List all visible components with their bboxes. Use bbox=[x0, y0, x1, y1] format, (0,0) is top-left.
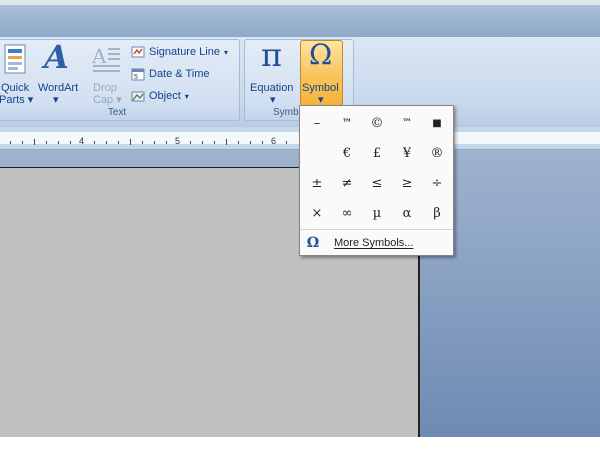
quick-parts-label-2: Parts ▾ bbox=[0, 94, 34, 106]
symbol-black-square[interactable]: ■ bbox=[422, 109, 452, 137]
symbol-euro[interactable]: € bbox=[332, 139, 362, 167]
symbol-infinity[interactable]: ∞ bbox=[332, 199, 362, 227]
symbol-divide[interactable]: ÷ bbox=[422, 169, 452, 197]
ruler-tick bbox=[34, 139, 35, 145]
calendar-icon: 5 bbox=[131, 68, 145, 81]
ruler-number: 6 bbox=[271, 136, 277, 146]
drop-cap-icon: A bbox=[91, 44, 120, 72]
object-icon bbox=[131, 91, 145, 102]
ruler-tick bbox=[202, 141, 203, 144]
symbol-plus-minus[interactable]: ± bbox=[302, 169, 332, 197]
ruler-tick bbox=[166, 141, 167, 144]
drop-cap-label-2: Cap ▾ bbox=[93, 94, 122, 106]
date-time-label: Date & Time bbox=[149, 68, 210, 80]
object-label: Object bbox=[149, 90, 181, 102]
text-group-label: Text bbox=[107, 107, 127, 118]
signature-line-icon bbox=[131, 46, 145, 58]
symbol-registered[interactable]: ® bbox=[422, 139, 452, 167]
ruler-tick bbox=[214, 141, 215, 144]
ribbon-tab-bar bbox=[0, 5, 600, 38]
wordart-dropdown-arrow: ▾ bbox=[53, 94, 59, 106]
symbol-alpha[interactable]: α bbox=[392, 199, 422, 227]
ruler-tick bbox=[10, 141, 11, 144]
ruler-tick bbox=[250, 141, 251, 144]
ruler-tick bbox=[22, 141, 23, 144]
more-symbols-item[interactable]: Ω More Symbols... bbox=[300, 229, 453, 256]
svg-text:5: 5 bbox=[134, 74, 138, 81]
symbol-yen[interactable]: ¥ bbox=[392, 139, 422, 167]
signature-line-label: Signature Line bbox=[149, 46, 220, 58]
symbol-micro[interactable]: µ bbox=[362, 199, 392, 227]
symbol-trademark[interactable]: ™ bbox=[332, 109, 362, 137]
signature-line-button[interactable]: Signature Line ▾ bbox=[131, 43, 228, 61]
ruler-number: 5 bbox=[175, 136, 181, 146]
ruler-tick bbox=[46, 141, 47, 144]
ruler-tick bbox=[106, 141, 107, 144]
object-dropdown-arrow: ▾ bbox=[184, 91, 189, 101]
ruler-tick bbox=[226, 139, 227, 145]
ruler-tick bbox=[286, 141, 287, 144]
symbol-pound[interactable]: £ bbox=[362, 139, 392, 167]
more-symbols-label: More Symbols... bbox=[334, 237, 414, 249]
drop-cap-label-1: Drop bbox=[93, 82, 117, 94]
wordart-label: WordArt bbox=[38, 82, 79, 94]
ruler-tick bbox=[238, 141, 239, 144]
symbol-not-equal[interactable]: ≠ bbox=[332, 169, 362, 197]
symbol-multiply[interactable]: × bbox=[302, 199, 332, 227]
symbol-copyright[interactable]: © bbox=[362, 109, 392, 137]
symbol-greater-equal[interactable]: ≥ bbox=[392, 169, 422, 197]
ruler-tick bbox=[262, 141, 263, 144]
svg-text:A: A bbox=[91, 44, 107, 68]
object-button[interactable]: Object ▾ bbox=[131, 87, 189, 105]
quick-parts-label-1: Quick bbox=[1, 82, 30, 94]
quick-parts-icon bbox=[4, 44, 26, 74]
wordart-button[interactable]: A WordArt ▾ bbox=[38, 38, 84, 106]
symbol-trademark-small[interactable]: ™ bbox=[392, 109, 422, 137]
quick-parts-button[interactable]: Quick Parts ▾ bbox=[0, 40, 34, 106]
text-group: Quick Parts ▾ A WordArt ▾ A Drop Cap ▾ S… bbox=[0, 38, 240, 121]
symbol-beta[interactable]: β bbox=[422, 199, 452, 227]
word-window: Quick Parts ▾ A WordArt ▾ A Drop Cap ▾ S… bbox=[0, 0, 600, 437]
ruler-number: 4 bbox=[79, 136, 85, 146]
ruler-tick bbox=[130, 139, 131, 145]
equation-dropdown-arrow: ▾ bbox=[270, 94, 276, 106]
ruler-tick bbox=[94, 141, 95, 144]
ruler-tick bbox=[190, 141, 191, 144]
equation-label: Equation bbox=[250, 82, 294, 94]
omega-icon: Ω bbox=[306, 235, 320, 251]
symbol-empty[interactable] bbox=[302, 139, 332, 167]
symbol-dropdown-menu: – ™ © ™ ■ € £ ¥ ® ± ≠ ≤ ≥ ÷ × ∞ µ α β Ω … bbox=[299, 105, 454, 256]
symbol-label: Symbol bbox=[302, 82, 339, 94]
symbol-en-dash[interactable]: – bbox=[302, 109, 332, 137]
equation-button[interactable]: π Equation ▾ bbox=[247, 36, 299, 106]
ruler-tick bbox=[142, 141, 143, 144]
ruler-tick bbox=[58, 141, 59, 144]
ruler-tick bbox=[154, 141, 155, 144]
symbol-less-equal[interactable]: ≤ bbox=[362, 169, 392, 197]
signature-line-dropdown-arrow: ▾ bbox=[223, 47, 228, 57]
symbol-button[interactable]: Ω Symbol ▾ bbox=[300, 38, 343, 106]
date-time-button[interactable]: 5 Date & Time bbox=[131, 65, 210, 83]
ruler-tick bbox=[118, 141, 119, 144]
wordart-icon: A bbox=[44, 38, 69, 76]
ruler-tick bbox=[70, 141, 71, 144]
omega-icon: Ω bbox=[309, 38, 333, 71]
drop-cap-button[interactable]: A Drop Cap ▾ bbox=[87, 40, 127, 106]
pi-icon: π bbox=[261, 36, 283, 74]
